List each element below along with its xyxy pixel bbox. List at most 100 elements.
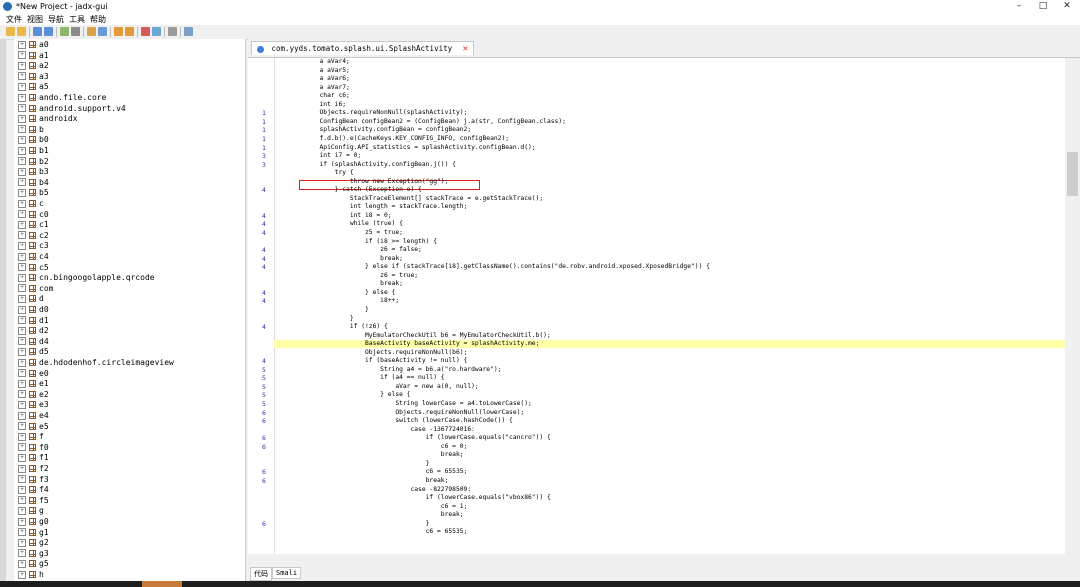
- tree-item[interactable]: + d5: [18, 347, 49, 357]
- expand-icon[interactable]: +: [18, 146, 26, 155]
- tree-item[interactable]: + e4: [18, 411, 49, 421]
- expand-icon[interactable]: +: [18, 443, 26, 452]
- expand-icon[interactable]: +: [18, 528, 26, 537]
- tree-item[interactable]: + f: [18, 432, 44, 442]
- tree-item[interactable]: + c: [18, 199, 44, 209]
- expand-icon[interactable]: +: [18, 432, 26, 441]
- tree-item[interactable]: + c5: [18, 263, 49, 273]
- tree-item[interactable]: + h: [18, 570, 44, 580]
- minimize-button[interactable]: –: [1007, 0, 1031, 13]
- code-horizontal-scrollbar[interactable]: [248, 554, 1080, 563]
- expand-icon[interactable]: +: [18, 453, 26, 462]
- tree-item[interactable]: + f0: [18, 443, 49, 453]
- open-folder-icon[interactable]: [6, 27, 15, 36]
- expand-icon[interactable]: +: [18, 135, 26, 144]
- menu-help[interactable]: 帮助: [90, 14, 106, 25]
- expand-icon[interactable]: +: [18, 411, 26, 420]
- expand-icon[interactable]: +: [18, 337, 26, 346]
- forward-arrow-icon[interactable]: [125, 27, 134, 36]
- tree-item[interactable]: + c3: [18, 241, 49, 251]
- expand-icon[interactable]: +: [18, 104, 26, 113]
- tree-item[interactable]: + a3: [18, 72, 49, 82]
- expand-icon[interactable]: +: [18, 273, 26, 282]
- sync-icon[interactable]: [60, 27, 69, 36]
- tree-item[interactable]: + d4: [18, 337, 49, 347]
- tree-item[interactable]: + d1: [18, 316, 49, 326]
- expand-icon[interactable]: +: [18, 570, 26, 579]
- tree-item[interactable]: + f5: [18, 496, 49, 506]
- tree-item[interactable]: + d0: [18, 305, 49, 315]
- taskbar-app-button[interactable]: [142, 581, 182, 587]
- expand-icon[interactable]: +: [18, 369, 26, 378]
- tree-item[interactable]: + e0: [18, 369, 49, 379]
- expand-icon[interactable]: +: [18, 72, 26, 81]
- tree-item[interactable]: + g3: [18, 549, 49, 559]
- expand-icon[interactable]: +: [18, 284, 26, 293]
- tab-code[interactable]: 代码: [250, 567, 272, 581]
- tab-splash-activity[interactable]: com.yyds.tomato.splash.ui.SplashActivity…: [251, 41, 475, 55]
- expand-icon[interactable]: +: [18, 464, 26, 473]
- expand-icon[interactable]: +: [18, 114, 26, 123]
- back-arrow-icon[interactable]: [114, 27, 123, 36]
- code-scrollbar-thumb[interactable]: [1067, 152, 1078, 196]
- code-scrollbar[interactable]: [1065, 58, 1080, 555]
- search-class-icon[interactable]: [98, 27, 107, 36]
- expand-icon[interactable]: +: [18, 506, 26, 515]
- tree-item[interactable]: + de.hdodenhof.circleimageview: [18, 358, 174, 368]
- package-tree[interactable]: + a0 + a1 + a2 + a3 + a5 + ando.file.core + android.s…: [14, 39, 246, 587]
- tree-item[interactable]: + g2: [18, 538, 49, 548]
- expand-icon[interactable]: +: [18, 559, 26, 568]
- menu-file[interactable]: 文件: [6, 14, 22, 25]
- maximize-button[interactable]: □: [1031, 0, 1055, 13]
- expand-icon[interactable]: +: [18, 157, 26, 166]
- expand-icon[interactable]: +: [18, 326, 26, 335]
- tree-item[interactable]: + com: [18, 284, 53, 294]
- tree-item[interactable]: + b: [18, 125, 44, 135]
- tree-item[interactable]: + a2: [18, 61, 49, 71]
- tree-item[interactable]: + f4: [18, 485, 49, 495]
- tree-item[interactable]: + android.support.v4: [18, 104, 126, 114]
- expand-icon[interactable]: +: [18, 305, 26, 314]
- tree-item[interactable]: + f2: [18, 464, 49, 474]
- close-icon[interactable]: ✕: [463, 44, 468, 54]
- expand-icon[interactable]: +: [18, 294, 26, 303]
- tree-item[interactable]: + d2: [18, 326, 49, 336]
- close-button[interactable]: ✕: [1055, 0, 1079, 13]
- expand-icon[interactable]: +: [18, 125, 26, 134]
- tree-item[interactable]: + c2: [18, 231, 49, 241]
- tree-item[interactable]: + d: [18, 294, 44, 304]
- tree-item[interactable]: + b2: [18, 157, 49, 167]
- settings-wrench-icon[interactable]: [184, 27, 193, 36]
- tree-item[interactable]: + b1: [18, 146, 49, 156]
- expand-icon[interactable]: +: [18, 400, 26, 409]
- tree-item[interactable]: + a1: [18, 51, 49, 61]
- tree-item[interactable]: + b0: [18, 135, 49, 145]
- code-view[interactable]: 111113344444444444555556666666666 a aVar…: [248, 57, 1080, 555]
- tree-item[interactable]: + b5: [18, 188, 49, 198]
- expand-icon[interactable]: +: [18, 496, 26, 505]
- save-all-icon[interactable]: [44, 27, 53, 36]
- tab-smali[interactable]: Smali: [272, 567, 302, 579]
- menu-tools[interactable]: 工具: [69, 14, 85, 25]
- save-icon[interactable]: [33, 27, 42, 36]
- expand-icon[interactable]: +: [18, 517, 26, 526]
- expand-icon[interactable]: +: [18, 485, 26, 494]
- tree-item[interactable]: + f3: [18, 475, 49, 485]
- expand-icon[interactable]: +: [18, 210, 26, 219]
- tree-item[interactable]: + e3: [18, 400, 49, 410]
- expand-icon[interactable]: +: [18, 51, 26, 60]
- tree-item[interactable]: + cn.bingoogolapple.qrcode: [18, 273, 155, 283]
- tree-item[interactable]: + ando.file.core: [18, 93, 106, 103]
- expand-icon[interactable]: +: [18, 231, 26, 240]
- tree-item[interactable]: + f1: [18, 453, 49, 463]
- expand-icon[interactable]: +: [18, 82, 26, 91]
- expand-icon[interactable]: +: [18, 379, 26, 388]
- expand-icon[interactable]: +: [18, 220, 26, 229]
- expand-icon[interactable]: +: [18, 475, 26, 484]
- tree-item[interactable]: + c1: [18, 220, 49, 230]
- tree-item[interactable]: + a0: [18, 40, 49, 50]
- expand-icon[interactable]: +: [18, 178, 26, 187]
- tree-item[interactable]: + c4: [18, 252, 49, 262]
- tree-item[interactable]: + a5: [18, 82, 49, 92]
- add-file-icon[interactable]: [17, 27, 26, 36]
